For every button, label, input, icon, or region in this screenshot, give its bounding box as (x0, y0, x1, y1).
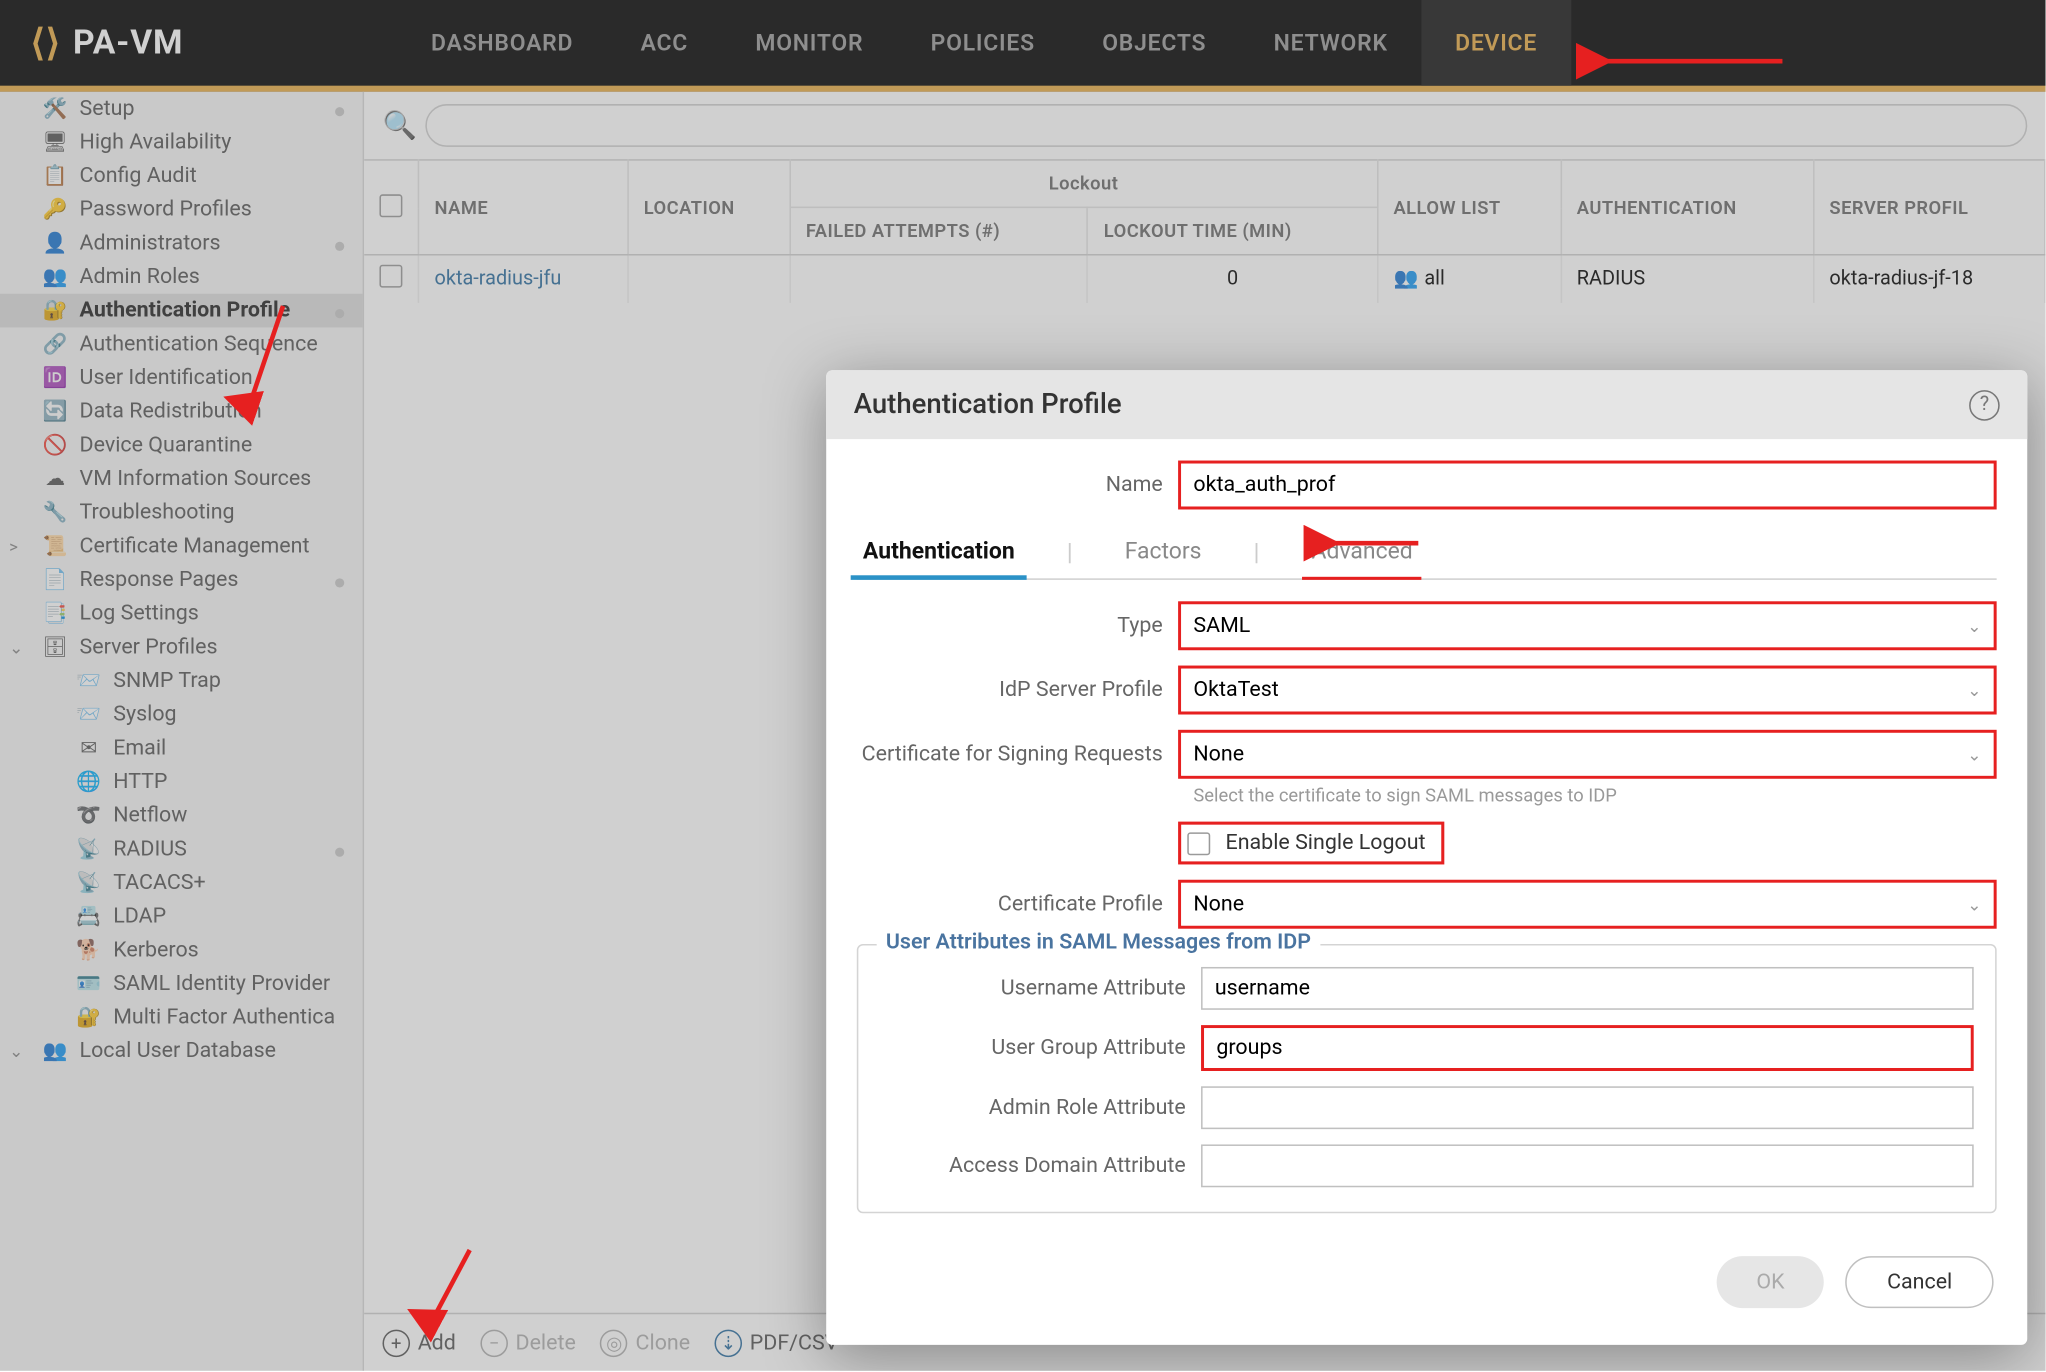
tab-factors[interactable]: Factors (1119, 525, 1208, 579)
dialog-header: Authentication Profile ? (826, 370, 2027, 439)
auth-profile-dialog: Authentication Profile ? Name Authentica… (826, 370, 2027, 1345)
chevron-down-icon: ⌄ (1967, 894, 1981, 914)
cancel-button[interactable]: Cancel (1846, 1256, 1994, 1308)
certprof-select[interactable]: None⌄ (1181, 883, 1993, 926)
name-input[interactable] (1181, 464, 1993, 507)
adminrole-label: Admin Role Attribute (880, 1095, 1201, 1119)
name-highlight (1178, 461, 1997, 510)
dialog-footer: OK Cancel (826, 1229, 2027, 1345)
slo-highlight: Enable Single Logout (1178, 822, 1444, 865)
signcert-select[interactable]: None⌄ (1181, 733, 1993, 776)
type-select[interactable]: SAML⌄ (1181, 604, 1993, 647)
certprof-highlight: None⌄ (1178, 880, 1997, 929)
uname-label: Username Attribute (880, 976, 1201, 1000)
checkbox-icon (1187, 832, 1210, 855)
saml-attributes-fieldset: User Attributes in SAML Messages from ID… (857, 944, 1997, 1213)
dialog-title: Authentication Profile (854, 389, 1122, 421)
accessdom-input[interactable] (1201, 1144, 1974, 1187)
chevron-down-icon: ⌄ (1967, 744, 1981, 764)
tab-authentication[interactable]: Authentication (857, 525, 1021, 579)
slo-checkbox[interactable]: Enable Single Logout (1187, 831, 1425, 855)
type-highlight: SAML⌄ (1178, 601, 1997, 650)
chevron-down-icon: ⌄ (1967, 680, 1981, 700)
tab-advanced[interactable]: Advanced (1305, 525, 1418, 579)
accessdom-label: Access Domain Attribute (880, 1154, 1201, 1178)
ugroup-input[interactable] (1204, 1028, 1971, 1068)
uname-input[interactable] (1201, 967, 1974, 1010)
adminrole-input[interactable] (1201, 1086, 1974, 1129)
ugroup-highlight (1201, 1025, 1974, 1071)
signcert-hint: Select the certificate to sign SAML mess… (1193, 785, 1996, 806)
signcert-highlight: None⌄ (1178, 730, 1997, 779)
idp-label: IdP Server Profile (857, 678, 1178, 702)
type-label: Type (857, 614, 1178, 638)
idp-select[interactable]: OktaTest⌄ (1181, 669, 1993, 712)
help-icon[interactable]: ? (1969, 389, 2000, 420)
signcert-label: Certificate for Signing Requests (857, 742, 1178, 766)
idp-highlight: OktaTest⌄ (1178, 666, 1997, 715)
chevron-down-icon: ⌄ (1967, 616, 1981, 636)
name-label: Name (857, 473, 1178, 497)
ok-button[interactable]: OK (1717, 1256, 1825, 1308)
ugroup-label: User Group Attribute (880, 1036, 1201, 1060)
certprof-label: Certificate Profile (857, 892, 1178, 916)
dialog-tabs: Authentication | Factors | Advanced (857, 525, 1997, 580)
fieldset-legend: User Attributes in SAML Messages from ID… (877, 930, 1321, 954)
